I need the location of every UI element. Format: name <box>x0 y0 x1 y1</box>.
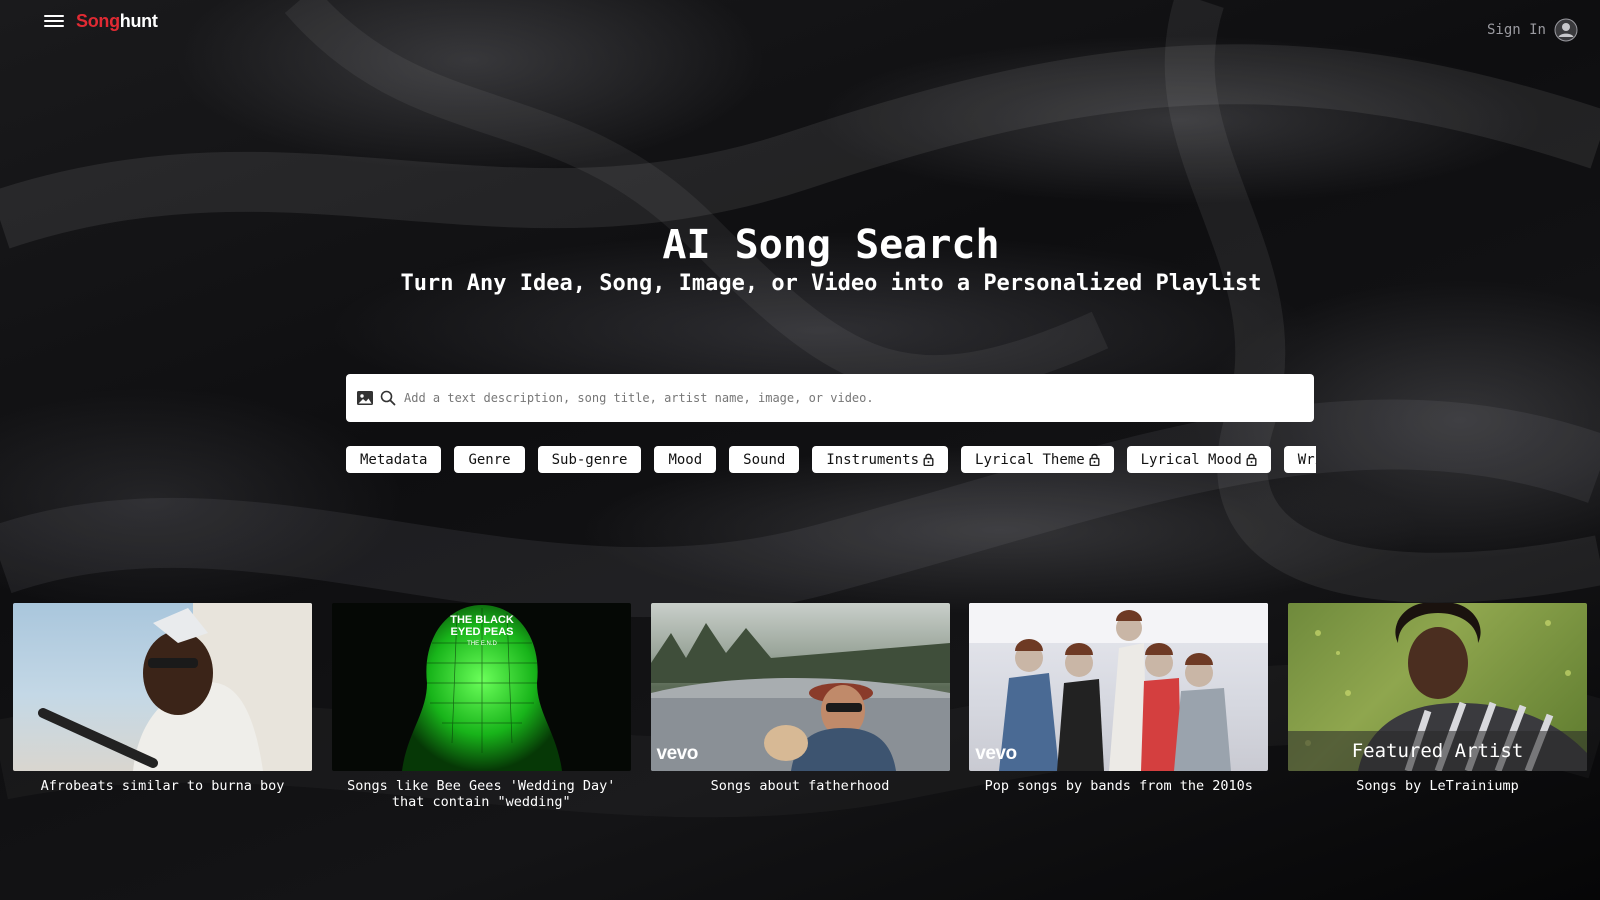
lock-icon <box>1089 453 1100 466</box>
example-searches: Afrobeats similar to burna boy THE BLACK… <box>13 603 1587 810</box>
chip-metadata[interactable]: Metadata <box>346 446 442 473</box>
card-thumbnail: Featured Artist <box>1288 603 1587 771</box>
card-thumbnail: vevo <box>650 603 950 771</box>
chip-mood[interactable]: Mood <box>654 446 717 473</box>
search-input[interactable] <box>402 390 1314 406</box>
chip-lyrical-mood[interactable]: Lyrical Mood <box>1126 446 1271 473</box>
sign-in-button[interactable]: Sign In <box>1487 18 1578 42</box>
hamburger-icon <box>44 15 64 27</box>
example-card[interactable]: vevo Songs about fatherhood <box>650 603 950 810</box>
card-caption: Afrobeats similar to burna boy <box>40 778 285 794</box>
example-card[interactable]: THE BLACK EYED PEAS THE E.N.D Songs like… <box>331 603 631 810</box>
album-text-line3: THE E.N.D <box>467 641 497 647</box>
card-caption: Pop songs by bands from the 2010s <box>984 778 1253 794</box>
chip-sub-genre[interactable]: Sub-genre <box>537 446 642 473</box>
card-caption: Songs about fatherhood <box>710 778 890 794</box>
filter-chips: Metadata Genre Sub-genre Mood Sound Inst… <box>346 446 1316 474</box>
chip-genre[interactable]: Genre <box>454 446 525 473</box>
album-text-line1: THE BLACK <box>450 614 514 626</box>
lock-icon <box>1246 453 1257 466</box>
lock-icon <box>923 453 934 466</box>
chip-writing[interactable]: Writi <box>1283 446 1316 473</box>
image-icon[interactable] <box>356 389 374 407</box>
user-avatar-icon <box>1554 18 1578 42</box>
menu-button[interactable] <box>44 12 64 32</box>
songhunt-logo[interactable]: Songhunt <box>76 11 158 32</box>
vevo-badge: vevo <box>975 743 1017 764</box>
example-card[interactable]: Afrobeats similar to burna boy <box>13 603 312 810</box>
card-thumbnail: vevo <box>969 603 1269 771</box>
chip-instruments[interactable]: Instruments <box>812 446 949 473</box>
search-bar[interactable] <box>346 374 1314 422</box>
card-caption: Songs like Bee Gees 'Wedding Day' that c… <box>347 778 616 810</box>
featured-artist-overlay: Featured Artist <box>1288 731 1587 771</box>
search-icon[interactable] <box>380 390 396 406</box>
vevo-badge: vevo <box>656 743 699 764</box>
page-subtitle: Turn Any Idea, Song, Image, or Video int… <box>400 271 1262 296</box>
example-card[interactable]: vevo Pop songs by bands from the 2010s <box>969 603 1269 810</box>
example-card[interactable]: Featured Artist Songs by LeTrainiump <box>1288 603 1587 810</box>
album-text-line2: EYED PEAS <box>450 626 513 638</box>
card-caption: Songs by LeTrainiump <box>1356 778 1519 794</box>
chip-sound[interactable]: Sound <box>729 446 800 473</box>
sign-in-label: Sign In <box>1486 22 1546 38</box>
chip-lyrical-theme[interactable]: Lyrical Theme <box>961 446 1114 473</box>
page-title: AI Song Search <box>662 222 1000 268</box>
card-thumbnail <box>13 603 312 771</box>
card-thumbnail: THE BLACK EYED PEAS THE E.N.D <box>331 603 631 771</box>
